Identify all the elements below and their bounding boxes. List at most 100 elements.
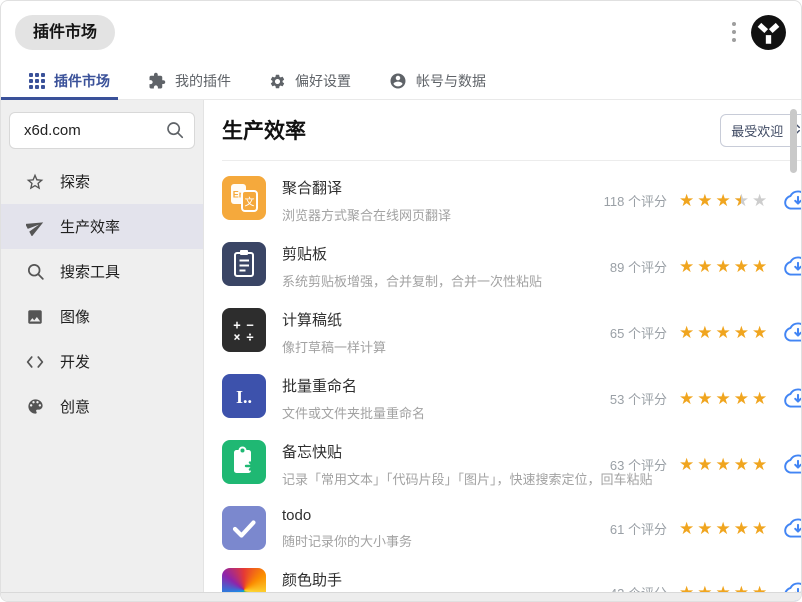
plugin-name: 计算稿纸 — [282, 312, 343, 329]
plugin-row[interactable]: En文 聚合翻译 浏览器方式聚合在线网页翻译 118 个评分 ★★★★★★ — [222, 167, 801, 233]
star-icon: ★ — [733, 519, 749, 538]
window-header: 插件市场 — [1, 1, 801, 63]
plugin-description: 随时记录你的大小事务 — [282, 534, 413, 549]
star-rating: ★★★★★ — [679, 258, 767, 275]
star-icon: ★ — [715, 191, 731, 210]
sidebar-item-development[interactable]: 开发 — [1, 339, 203, 384]
utools-logo-icon — [750, 14, 787, 51]
plugin-row[interactable]: 备忘快贴 记录「常用文本」「代码片段」「图片」，快速搜索定位，回车粘贴 63 个… — [222, 431, 801, 497]
star-icon: ★★ — [733, 191, 749, 210]
svg-text:×: × — [233, 330, 240, 344]
star-icon: ★ — [733, 257, 749, 276]
star-icon: ★ — [697, 323, 713, 342]
tab-bar: 插件市场 我的插件 偏好设置 帐号与数据 — [1, 63, 801, 100]
star-rating: ★★★★★ — [679, 456, 767, 473]
plugin-description: 文件或文件夹批量重命名 — [282, 406, 426, 421]
plugin-row[interactable]: I.. 批量重命名 文件或文件夹批量重命名 53 个评分 ★ ★ ★ ★ ★ — [222, 365, 801, 431]
tab-preferences[interactable]: 偏好设置 — [269, 71, 351, 91]
kebab-menu-icon[interactable] — [726, 16, 742, 48]
tab-my-plugins[interactable]: 我的插件 — [148, 71, 231, 91]
plugin-name: todo — [282, 507, 312, 524]
plugin-description: 像打草稿一样计算 — [282, 340, 387, 355]
star-icon: ★ — [751, 389, 768, 408]
plugin-row[interactable]: + − × ÷ 计算稿纸 像打草稿一样计算 65 个评分 ★ ★ ★ ★ ★ — [222, 299, 801, 365]
star-icon: ★ — [678, 323, 695, 342]
active-tab-indicator — [1, 97, 118, 100]
gear-icon — [269, 73, 286, 90]
search-input[interactable] — [9, 112, 195, 149]
plugin-name: 剪贴板 — [282, 246, 328, 263]
plugin-name: 备忘快贴 — [282, 444, 343, 461]
rating-count: 53 个评分 — [609, 392, 667, 407]
star-icon: ★ — [697, 519, 713, 538]
download-cloud-button[interactable] — [783, 254, 801, 278]
plugin-name: 颜色助手 — [282, 572, 343, 589]
category-nav: 探索 生产效率 搜索工具 图像 开发 创意 — [1, 159, 203, 429]
star-icon: ★ — [751, 323, 768, 342]
plugin-icon — [222, 440, 266, 484]
rating-count: 89 个评分 — [609, 260, 667, 275]
plugin-row[interactable]: 剪贴板 系统剪贴板增强，合并复制，合并一次性粘贴 89 个评分 ★ ★ ★ ★ ★ — [222, 233, 801, 299]
star-icon: ★ — [678, 257, 695, 276]
rating-count: 65 个评分 — [609, 326, 667, 341]
plugin-icon — [222, 506, 266, 550]
star-icon: ★ — [751, 257, 768, 276]
sidebar-item-explore[interactable]: 探索 — [1, 159, 203, 204]
plugin-name: 聚合翻译 — [282, 180, 343, 197]
star-icon: ★ — [733, 455, 749, 474]
sidebar-item-creative[interactable]: 创意 — [1, 384, 203, 429]
star-icon: ★ — [697, 455, 713, 474]
plugin-icon: En 文 — [222, 176, 266, 220]
person-icon — [389, 72, 407, 90]
plugin-icon: + − × ÷ — [222, 308, 266, 352]
star-icon: ★ — [751, 191, 768, 210]
star-icon: ★ — [751, 455, 768, 474]
plugin-description: 系统剪贴板增强，合并复制，合并一次性粘贴 — [282, 274, 543, 289]
plugin-row[interactable]: todo 随时记录你的大小事务 61 个评分 ★ ★ ★ ★ ★ — [222, 497, 801, 559]
star-rating: ★★★★★ — [679, 520, 767, 537]
star-icon: ★ — [678, 191, 695, 210]
star-rating: ★★★★★ — [679, 390, 767, 407]
app-title-badge: 插件市场 — [15, 14, 116, 50]
star-icon: ★ — [733, 323, 749, 342]
star-rating: ★★★★★★ — [679, 192, 767, 209]
plugin-market-window: 插件市场 插件市场 我的插件 偏好设置 帐号与数据 x6d.com 探索 生产效… — [0, 0, 802, 602]
plugin-icon: I.. — [222, 374, 266, 418]
svg-text:I..: I.. — [236, 387, 252, 407]
rating-count: 118 个评分 — [603, 194, 667, 209]
grid-icon — [29, 73, 45, 89]
download-cloud-button[interactable] — [783, 188, 801, 212]
window-bottom-edge — [1, 592, 801, 601]
main-panel: 生产效率 最受欢迎 En 文 聚合翻译 浏览器方式聚合在线网页翻译 118 个评分… — [204, 100, 801, 601]
plugin-name: 批量重命名 — [282, 378, 358, 395]
puzzle-icon — [148, 72, 166, 90]
star-icon: ★ — [733, 389, 749, 408]
tab-account-data[interactable]: 帐号与数据 — [389, 71, 486, 91]
star-icon: ★ — [715, 323, 731, 342]
star-icon: ★ — [715, 519, 731, 538]
download-cloud-button[interactable] — [783, 516, 801, 540]
svg-text:文: 文 — [245, 196, 255, 209]
star-icon: ★ — [751, 519, 768, 538]
star-icon: ★ — [678, 519, 695, 538]
sidebar-item-search-tools[interactable]: 搜索工具 — [1, 249, 203, 294]
code-icon — [23, 353, 47, 371]
star-icon: ★ — [715, 257, 731, 276]
sidebar-item-productivity[interactable]: 生产效率 — [1, 204, 203, 249]
search-box — [9, 112, 195, 149]
tab-plugin-market[interactable]: 插件市场 — [29, 71, 110, 91]
star-icon: ★ — [678, 389, 695, 408]
scrollbar-thumb[interactable] — [790, 109, 797, 173]
star-icon: ★ — [715, 389, 731, 408]
plugin-icon — [222, 242, 266, 286]
sidebar-item-images[interactable]: 图像 — [1, 294, 203, 339]
plugin-description: 浏览器方式聚合在线网页翻译 — [282, 208, 452, 223]
plugin-list: En文 聚合翻译 浏览器方式聚合在线网页翻译 118 个评分 ★★★★★★ 剪贴… — [222, 161, 801, 601]
download-cloud-button[interactable] — [783, 320, 801, 344]
download-cloud-button[interactable] — [783, 452, 801, 476]
sort-label: 最受欢迎 — [731, 123, 784, 139]
page-title: 生产效率 — [222, 120, 306, 143]
svg-text:÷: ÷ — [246, 330, 253, 344]
download-cloud-button[interactable] — [783, 386, 801, 410]
plugin-description: 记录「常用文本」「代码片段」「图片」，快速搜索定位，回车粘贴 — [282, 472, 653, 487]
